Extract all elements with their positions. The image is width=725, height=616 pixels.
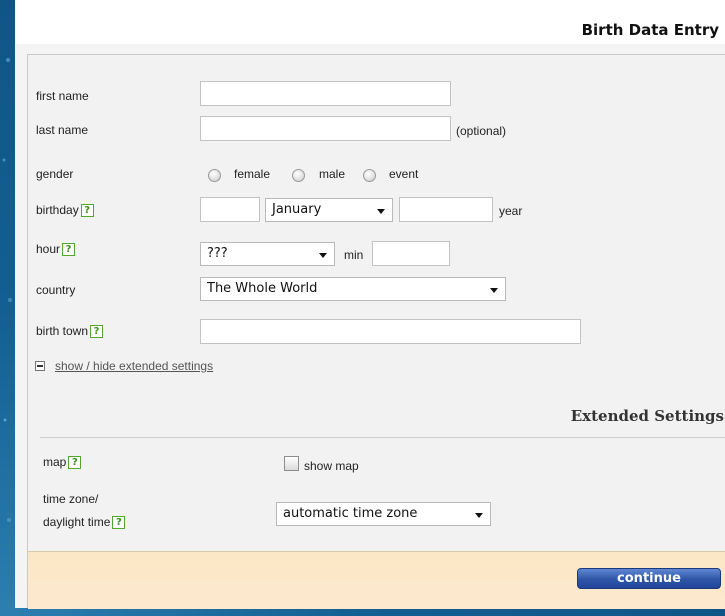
continue-button[interactable]: continue [577, 568, 721, 589]
chevron-down-icon [377, 209, 385, 214]
minute-input[interactable] [372, 241, 450, 266]
time-zone-label-line1: time zone/ [43, 492, 99, 506]
show-map-checkbox[interactable] [284, 456, 299, 471]
show-map-label: show map [304, 459, 359, 473]
country-select[interactable]: The Whole World [200, 277, 506, 301]
first-name-input[interactable] [200, 81, 451, 106]
country-value: The Whole World [207, 281, 318, 296]
map-help-icon[interactable]: ? [68, 456, 82, 469]
gender-event-radio[interactable] [363, 169, 376, 182]
birthday-label: birthday [36, 203, 79, 217]
birthday-help-icon[interactable]: ? [80, 204, 94, 217]
map-label-row: map? [43, 455, 82, 469]
time-zone-help-icon[interactable]: ? [112, 516, 126, 529]
gender-female-label: female [234, 167, 271, 181]
birthday-month-value: January [272, 202, 322, 217]
country-label: country [36, 283, 76, 297]
collapse-toggle-icon[interactable] [35, 361, 45, 371]
time-zone-select[interactable]: automatic time zone [276, 502, 491, 526]
header-bar: Birth Data Entry [15, 0, 725, 44]
birthday-month-select[interactable]: January [265, 198, 393, 222]
gender-label: gender [36, 167, 74, 181]
time-zone-label-line2: daylight time [43, 515, 111, 529]
hour-label: hour [36, 242, 61, 256]
hour-select[interactable]: ??? [200, 242, 335, 266]
last-name-label: last name [36, 123, 89, 137]
gender-male-label: male [319, 167, 346, 181]
chevron-down-icon [319, 253, 327, 258]
birthday-day-input[interactable] [200, 197, 260, 222]
chevron-down-icon [490, 288, 498, 293]
gender-male-radio[interactable] [292, 169, 305, 182]
gender-event-label: event [389, 167, 419, 181]
birth-town-label: birth town [36, 324, 89, 338]
time-zone-label-row: daylight time? [43, 515, 126, 529]
optional-note: (optional) [456, 124, 507, 138]
form-footer: continue [28, 551, 725, 609]
toggle-extended-settings-link[interactable]: show / hide extended settings [55, 359, 213, 373]
hour-label-row: hour? [36, 242, 76, 256]
hour-help-icon[interactable]: ? [62, 243, 76, 256]
year-label: year [499, 204, 523, 218]
birth-town-label-row: birth town? [36, 324, 104, 338]
birth-town-help-icon[interactable]: ? [90, 325, 104, 338]
birth-town-input[interactable] [200, 319, 581, 344]
min-label: min [344, 248, 364, 262]
hour-value: ??? [207, 246, 228, 261]
first-name-label: first name [36, 89, 89, 103]
birthday-year-input[interactable] [399, 197, 493, 222]
last-name-input[interactable] [200, 116, 451, 141]
map-label: map [43, 455, 67, 469]
chevron-down-icon [475, 513, 483, 518]
page-title: Birth Data Entry [581, 21, 719, 39]
gender-female-radio[interactable] [208, 169, 221, 182]
birthday-label-row: birthday? [36, 203, 94, 217]
extended-divider [40, 437, 725, 438]
birth-data-panel: Birth Data Entry first name last name (o… [15, 0, 725, 609]
time-zone-value: automatic time zone [283, 506, 418, 521]
extended-settings-title: Extended Settings [570, 407, 724, 425]
birth-data-form: first name last name (optional) gender f… [27, 54, 725, 609]
